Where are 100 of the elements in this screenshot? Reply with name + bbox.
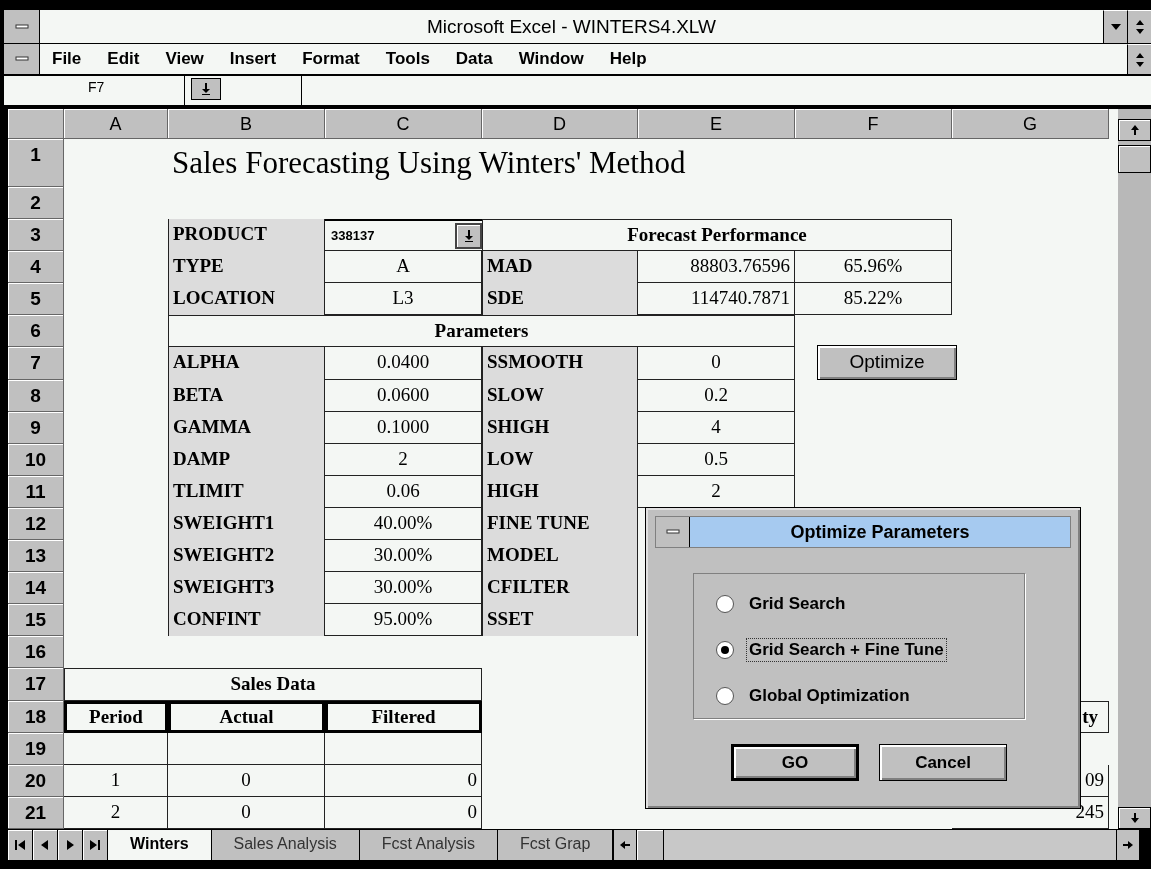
restore-button[interactable] xyxy=(1127,10,1151,43)
table-header: Period xyxy=(64,700,168,733)
optimize-button[interactable]: Optimize xyxy=(817,344,957,380)
menu-item[interactable]: Insert xyxy=(217,44,291,74)
parameter-label: SDE xyxy=(482,283,638,316)
row-heading[interactable]: 20 xyxy=(8,764,64,797)
cell-value: 0 xyxy=(638,347,795,380)
select-all-button[interactable] xyxy=(8,109,64,139)
parameter-label: PRODUCT xyxy=(168,219,325,252)
sheet-tab[interactable]: Fcst Analysis xyxy=(359,830,499,860)
cell-value: 88803.76596 xyxy=(638,251,795,284)
table-header: Actual xyxy=(168,700,325,733)
sheet-tab[interactable]: Winters xyxy=(108,830,212,860)
menu-item[interactable]: Data xyxy=(443,44,507,74)
cell-value: 4 xyxy=(638,411,795,444)
cell-value: 0 xyxy=(325,764,482,797)
sheet-tab[interactable]: Sales Analysis xyxy=(211,830,360,860)
parameter-label: CONFINT xyxy=(168,604,325,637)
menu-item[interactable]: Edit xyxy=(95,44,154,74)
last-sheet-button[interactable] xyxy=(83,830,108,860)
cell-value: 1 xyxy=(64,764,168,797)
row-heading[interactable]: 4 xyxy=(8,251,64,284)
cell-value: 114740.7871 xyxy=(638,283,795,316)
radio-button[interactable] xyxy=(716,687,734,705)
row-heading[interactable]: 11 xyxy=(8,475,64,508)
row-heading[interactable]: 15 xyxy=(8,604,64,637)
column-heading[interactable]: G xyxy=(952,109,1109,139)
previous-sheet-button[interactable] xyxy=(33,830,58,860)
scroll-right-button[interactable] xyxy=(1116,830,1140,860)
next-sheet-button[interactable] xyxy=(58,830,83,860)
go-button[interactable]: GO xyxy=(731,744,859,781)
parameter-label: SHIGH xyxy=(482,411,638,444)
parameter-label: SWEIGHT1 xyxy=(168,507,325,541)
radio-button[interactable] xyxy=(716,641,734,659)
row-heading[interactable]: 17 xyxy=(8,668,64,701)
row-heading[interactable]: 2 xyxy=(8,187,64,220)
column-heading[interactable]: C xyxy=(325,109,482,139)
option-label[interactable]: Grid Search xyxy=(746,592,849,616)
dropdown-button[interactable] xyxy=(455,222,482,249)
system-menu-button[interactable] xyxy=(4,10,40,43)
parameter-label: GAMMA xyxy=(168,411,325,444)
cell-value: 0 xyxy=(168,796,325,829)
row-heading[interactable]: 1 xyxy=(8,139,64,187)
parameter-label: DAMP xyxy=(168,443,325,476)
menu-item[interactable]: Help xyxy=(597,44,661,74)
column-heading[interactable]: B xyxy=(168,109,325,139)
row-heading[interactable]: 7 xyxy=(8,347,64,380)
menu-item[interactable]: View xyxy=(153,44,218,74)
row-heading[interactable]: 14 xyxy=(8,572,64,605)
row-heading[interactable]: 21 xyxy=(8,796,64,829)
column-heading[interactable]: D xyxy=(482,109,638,139)
cell-value: 65.96% xyxy=(795,251,952,284)
row-heading[interactable]: 18 xyxy=(8,700,64,733)
name-box-dropdown-button[interactable] xyxy=(191,78,221,100)
product-value: 338137 xyxy=(330,226,375,245)
column-heading[interactable]: F xyxy=(795,109,952,139)
name-box[interactable]: F7 xyxy=(4,76,185,105)
document-restore-button[interactable] xyxy=(1127,44,1151,74)
dialog-title: Optimize Parameters xyxy=(690,517,1070,547)
parameter-label: SWEIGHT2 xyxy=(168,540,325,573)
parameter-label: MODEL xyxy=(482,540,638,573)
document-menu-button[interactable] xyxy=(4,44,40,74)
column-heading[interactable]: A xyxy=(64,109,168,139)
parameter-label: SSET xyxy=(482,604,638,637)
scroll-thumb[interactable] xyxy=(1118,145,1151,173)
menu-item[interactable]: Window xyxy=(506,44,598,74)
cell-value: 0 xyxy=(325,796,482,829)
scroll-left-button[interactable] xyxy=(613,830,638,860)
parameter-label: ALPHA xyxy=(168,347,325,380)
scroll-up-button[interactable] xyxy=(1118,119,1151,141)
scroll-down-button[interactable] xyxy=(1118,807,1151,829)
row-heading[interactable]: 5 xyxy=(8,283,64,316)
row-heading[interactable]: 16 xyxy=(8,636,64,669)
option-label[interactable]: Grid Search + Fine Tune xyxy=(746,638,947,662)
cell-value: 0 xyxy=(168,764,325,797)
sheet-title: Sales Forecasting Using Winters' Method xyxy=(171,144,687,182)
first-sheet-button[interactable] xyxy=(8,830,33,860)
parameter-label: SSMOOTH xyxy=(482,347,638,380)
minimize-button[interactable] xyxy=(1103,10,1127,43)
row-heading[interactable]: 6 xyxy=(8,315,64,348)
row-heading[interactable]: 8 xyxy=(8,379,64,412)
bar-arrow-right-icon xyxy=(87,837,103,853)
radio-button[interactable] xyxy=(716,595,734,613)
parameter-label: SWEIGHT3 xyxy=(168,572,325,605)
column-heading[interactable]: E xyxy=(638,109,795,139)
row-heading[interactable]: 10 xyxy=(8,443,64,476)
menu-item[interactable]: Format xyxy=(290,44,374,74)
menu-item[interactable]: Tools xyxy=(373,44,444,74)
row-heading[interactable]: 13 xyxy=(8,540,64,573)
option-label[interactable]: Global Optimization xyxy=(746,684,913,708)
row-heading[interactable]: 19 xyxy=(8,732,64,765)
row-heading[interactable]: 12 xyxy=(8,507,64,541)
window-title: Microsoft Excel - WINTERS4.XLW xyxy=(426,15,717,39)
row-heading[interactable]: 3 xyxy=(8,219,64,252)
menu-item[interactable]: File xyxy=(40,44,96,74)
row-heading[interactable]: 9 xyxy=(8,411,64,444)
cancel-button[interactable]: Cancel xyxy=(879,744,1007,781)
cell-value: 85.22% xyxy=(795,283,952,316)
sheet-tab[interactable]: Fcst Grap xyxy=(498,830,614,860)
parameter-label: BETA xyxy=(168,379,325,412)
